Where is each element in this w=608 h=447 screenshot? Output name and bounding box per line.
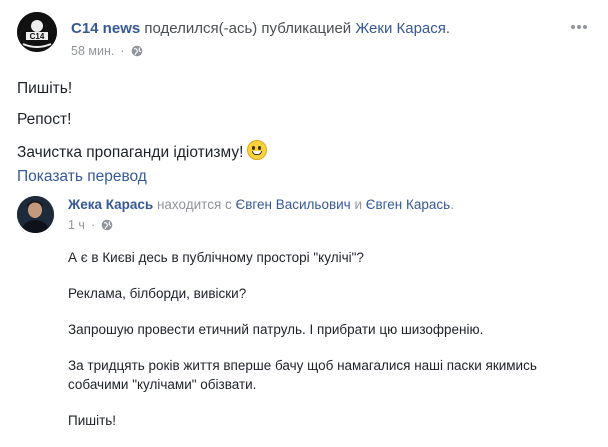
- page-name-link[interactable]: C14 news: [71, 20, 140, 37]
- shared-paragraph: Пишіть!: [68, 413, 117, 428]
- person-avatar-icon: [17, 196, 54, 233]
- post-header: C14 C14 news поделился(-ась) публикацией…: [17, 12, 587, 62]
- post-header-line: C14 news поделился(-ась) публикацией Жек…: [71, 20, 450, 37]
- shared-header-line: Жека Карась находится с Євген Васильович…: [68, 197, 454, 212]
- shared-paragraph: Реклама, білборди, вивіски?: [68, 286, 247, 301]
- page-avatar[interactable]: C14: [17, 12, 57, 52]
- shared-author-avatar[interactable]: [17, 196, 54, 233]
- with-text: находится с: [156, 197, 232, 212]
- shared-paragraph: За тридцять років життя вперше бачу щоб …: [68, 358, 537, 392]
- show-translation-link[interactable]: Показать перевод: [17, 168, 147, 186]
- globe-icon[interactable]: [131, 45, 143, 57]
- feed-post: C14 C14 news поделился(-ась) публикацией…: [0, 0, 608, 432]
- shared-paragraph: А є в Києві десь в публічному просторі "…: [68, 250, 364, 265]
- grinning-face-icon: [247, 140, 268, 160]
- share-action-text: поделился(-ась) публикацией: [144, 20, 352, 37]
- post-line: Зачистка пропаганди ідіотизму!: [17, 140, 587, 171]
- more-dot-icon: [583, 25, 587, 29]
- and-text: и: [354, 197, 363, 212]
- post-timestamp[interactable]: 58 мин.: [71, 44, 114, 58]
- avatar-text: C14: [30, 32, 45, 41]
- shared-header-period: .: [450, 197, 454, 212]
- post-line: Репост!: [17, 111, 72, 128]
- c14-logo-icon: C14: [17, 12, 57, 52]
- tagged-person-link[interactable]: Євген Карась: [366, 197, 450, 212]
- more-options-button[interactable]: [571, 16, 591, 30]
- post-line-text: Зачистка пропаганди ідіотизму!: [17, 144, 244, 161]
- tagged-person-link[interactable]: Євген Васильович: [236, 197, 351, 212]
- dot-separator: ·: [90, 218, 96, 232]
- shared-timestamp[interactable]: 1 ч: [68, 218, 85, 232]
- shared-meta: 1 ч ·: [68, 218, 113, 232]
- shared-author-link[interactable]: Жека Карась: [68, 197, 153, 212]
- globe-icon[interactable]: [101, 219, 113, 231]
- dot-separator: ·: [120, 44, 125, 58]
- more-dot-icon: [571, 25, 575, 29]
- post-body: Пишіть! Репост! Зачистка пропаганди ідіо…: [17, 78, 587, 171]
- post-line: Пишіть!: [17, 80, 73, 97]
- post-meta: 58 мин. ·: [71, 44, 143, 58]
- shared-from-link[interactable]: Жеки Карася: [355, 20, 446, 37]
- more-dot-icon: [577, 25, 581, 29]
- shared-paragraph: Запрошую провести етичний патруль. І при…: [68, 322, 484, 337]
- shared-post-body: А є в Києві десь в публічному просторі "…: [68, 248, 588, 447]
- shared-post: Жека Карась находится с Євген Васильович…: [17, 196, 597, 432]
- header-period: .: [445, 20, 451, 37]
